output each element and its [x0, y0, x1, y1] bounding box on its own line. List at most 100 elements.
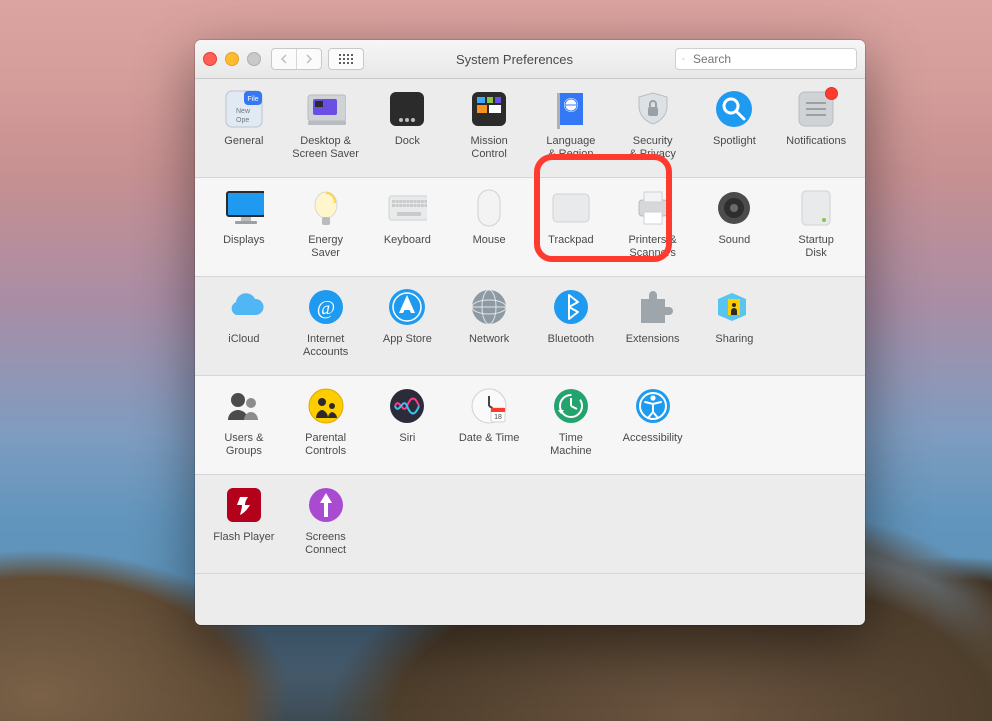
pref-screens-connect[interactable]: Screens Connect: [285, 485, 367, 557]
language-region-icon: [551, 89, 591, 129]
mission-control-icon: [469, 89, 509, 129]
pref-label: Security & Privacy: [629, 135, 675, 161]
icloud-icon: [224, 287, 264, 327]
pref-label: Desktop & Screen Saver: [292, 135, 359, 161]
pref-label: Mouse: [473, 234, 506, 260]
pref-label: Date & Time: [459, 432, 520, 458]
forward-button[interactable]: [297, 49, 321, 69]
back-button[interactable]: [272, 49, 297, 69]
pref-spotlight[interactable]: Spotlight: [694, 89, 776, 161]
pref-label: Keyboard: [384, 234, 431, 260]
siri-icon: [387, 386, 427, 426]
pref-printers-scanners[interactable]: Printers & Scanners: [612, 188, 694, 260]
close-button[interactable]: [203, 52, 217, 66]
search-input[interactable]: [691, 51, 850, 67]
pref-label: Notifications: [786, 135, 846, 161]
spotlight-icon: [714, 89, 754, 129]
notification-badge: [825, 87, 838, 100]
pref-general[interactable]: File New Ope General: [203, 89, 285, 161]
pref-label: Startup Disk: [798, 234, 833, 260]
pref-icloud[interactable]: iCloud: [203, 287, 285, 359]
pref-label: Screens Connect: [305, 531, 346, 557]
sound-icon: [714, 188, 754, 228]
pref-label: General: [224, 135, 263, 161]
startup-disk-icon: [796, 188, 836, 228]
preferences-panel: File New Ope General Desktop & Screen Saver D…: [195, 79, 865, 625]
show-all-button[interactable]: [328, 48, 364, 70]
security-privacy-icon: [633, 89, 673, 129]
pref-label: iCloud: [228, 333, 259, 359]
pref-app-store[interactable]: App Store: [367, 287, 449, 359]
pref-dock[interactable]: Dock: [367, 89, 449, 161]
pref-users-groups[interactable]: Users & Groups: [203, 386, 285, 458]
pref-sharing[interactable]: Sharing: [694, 287, 776, 359]
window-title: System Preferences: [364, 52, 665, 67]
pref-network[interactable]: Network: [448, 287, 530, 359]
search-field[interactable]: [675, 48, 857, 70]
pref-label: Internet Accounts: [303, 333, 348, 359]
pref-desktop-screensaver[interactable]: Desktop & Screen Saver: [285, 89, 367, 161]
pref-flash-player[interactable]: Flash Player: [203, 485, 285, 557]
internet-accounts-icon: @: [306, 287, 346, 327]
svg-text:Ope: Ope: [236, 117, 249, 124]
pref-label: Printers & Scanners: [628, 234, 676, 260]
pref-internet-accounts[interactable]: @ Internet Accounts: [285, 287, 367, 359]
pref-label: Parental Controls: [305, 432, 346, 458]
app-store-icon: [387, 287, 427, 327]
minimize-button[interactable]: [225, 52, 239, 66]
pref-label: Language & Region: [546, 135, 595, 161]
pref-extensions[interactable]: Extensions: [612, 287, 694, 359]
screens-connect-icon: [306, 485, 346, 525]
displays-icon: [224, 188, 264, 228]
pref-label: App Store: [383, 333, 432, 359]
pref-mission-control[interactable]: Mission Control: [448, 89, 530, 161]
pref-label: Energy Saver: [308, 234, 343, 260]
pref-accessibility[interactable]: Accessibility: [612, 386, 694, 458]
time-machine-icon: [551, 386, 591, 426]
pref-sound[interactable]: Sound: [694, 188, 776, 260]
pref-section-0: File New Ope General Desktop & Screen Saver D…: [195, 79, 865, 178]
pref-security-privacy[interactable]: Security & Privacy: [612, 89, 694, 161]
pref-label: Displays: [223, 234, 265, 260]
pref-startup-disk[interactable]: Startup Disk: [775, 188, 857, 260]
pref-label: Network: [469, 333, 509, 359]
pref-displays[interactable]: Displays: [203, 188, 285, 260]
system-preferences-window: System Preferences File New Ope General Desk…: [195, 40, 865, 625]
svg-text:File: File: [247, 96, 258, 103]
pref-section-4: Flash Player Screens Connect: [195, 475, 865, 574]
parental-controls-icon: [306, 386, 346, 426]
pref-mouse[interactable]: Mouse: [448, 188, 530, 260]
pref-label: Users & Groups: [224, 432, 263, 458]
pref-energy-saver[interactable]: Energy Saver: [285, 188, 367, 260]
general-icon: File New Ope: [224, 89, 264, 129]
pref-label: Sharing: [715, 333, 753, 359]
pref-notifications[interactable]: Notifications: [775, 89, 857, 161]
svg-text:New: New: [236, 108, 251, 115]
mouse-icon: [469, 188, 509, 228]
energy-saver-icon: [306, 188, 346, 228]
pref-section-1: Displays Energy Saver Keyboard Mouse Trackpa…: [195, 178, 865, 277]
pref-language-region[interactable]: Language & Region: [530, 89, 612, 161]
keyboard-icon: [387, 188, 427, 228]
maximize-button[interactable]: [247, 52, 261, 66]
pref-parental-controls[interactable]: Parental Controls: [285, 386, 367, 458]
pref-bluetooth[interactable]: Bluetooth: [530, 287, 612, 359]
pref-label: Time Machine: [550, 432, 592, 458]
trackpad-icon: [551, 188, 591, 228]
desktop-screensaver-icon: [306, 89, 346, 129]
pref-time-machine[interactable]: Time Machine: [530, 386, 612, 458]
pref-trackpad[interactable]: Trackpad: [530, 188, 612, 260]
pref-label: Spotlight: [713, 135, 756, 161]
pref-section-2: iCloud @ Internet Accounts App Store Network…: [195, 277, 865, 376]
window-controls: [203, 52, 261, 66]
pref-date-time[interactable]: 18Date & Time: [448, 386, 530, 458]
pref-siri[interactable]: Siri: [367, 386, 449, 458]
flash-player-icon: [224, 485, 264, 525]
nav-back-forward: [271, 48, 322, 70]
pref-label: Bluetooth: [548, 333, 594, 359]
pref-label: Accessibility: [623, 432, 683, 458]
pref-section-3: Users & Groups Parental Controls Siri18Dat…: [195, 376, 865, 475]
svg-text:@: @: [316, 297, 334, 319]
accessibility-icon: [633, 386, 673, 426]
pref-keyboard[interactable]: Keyboard: [367, 188, 449, 260]
